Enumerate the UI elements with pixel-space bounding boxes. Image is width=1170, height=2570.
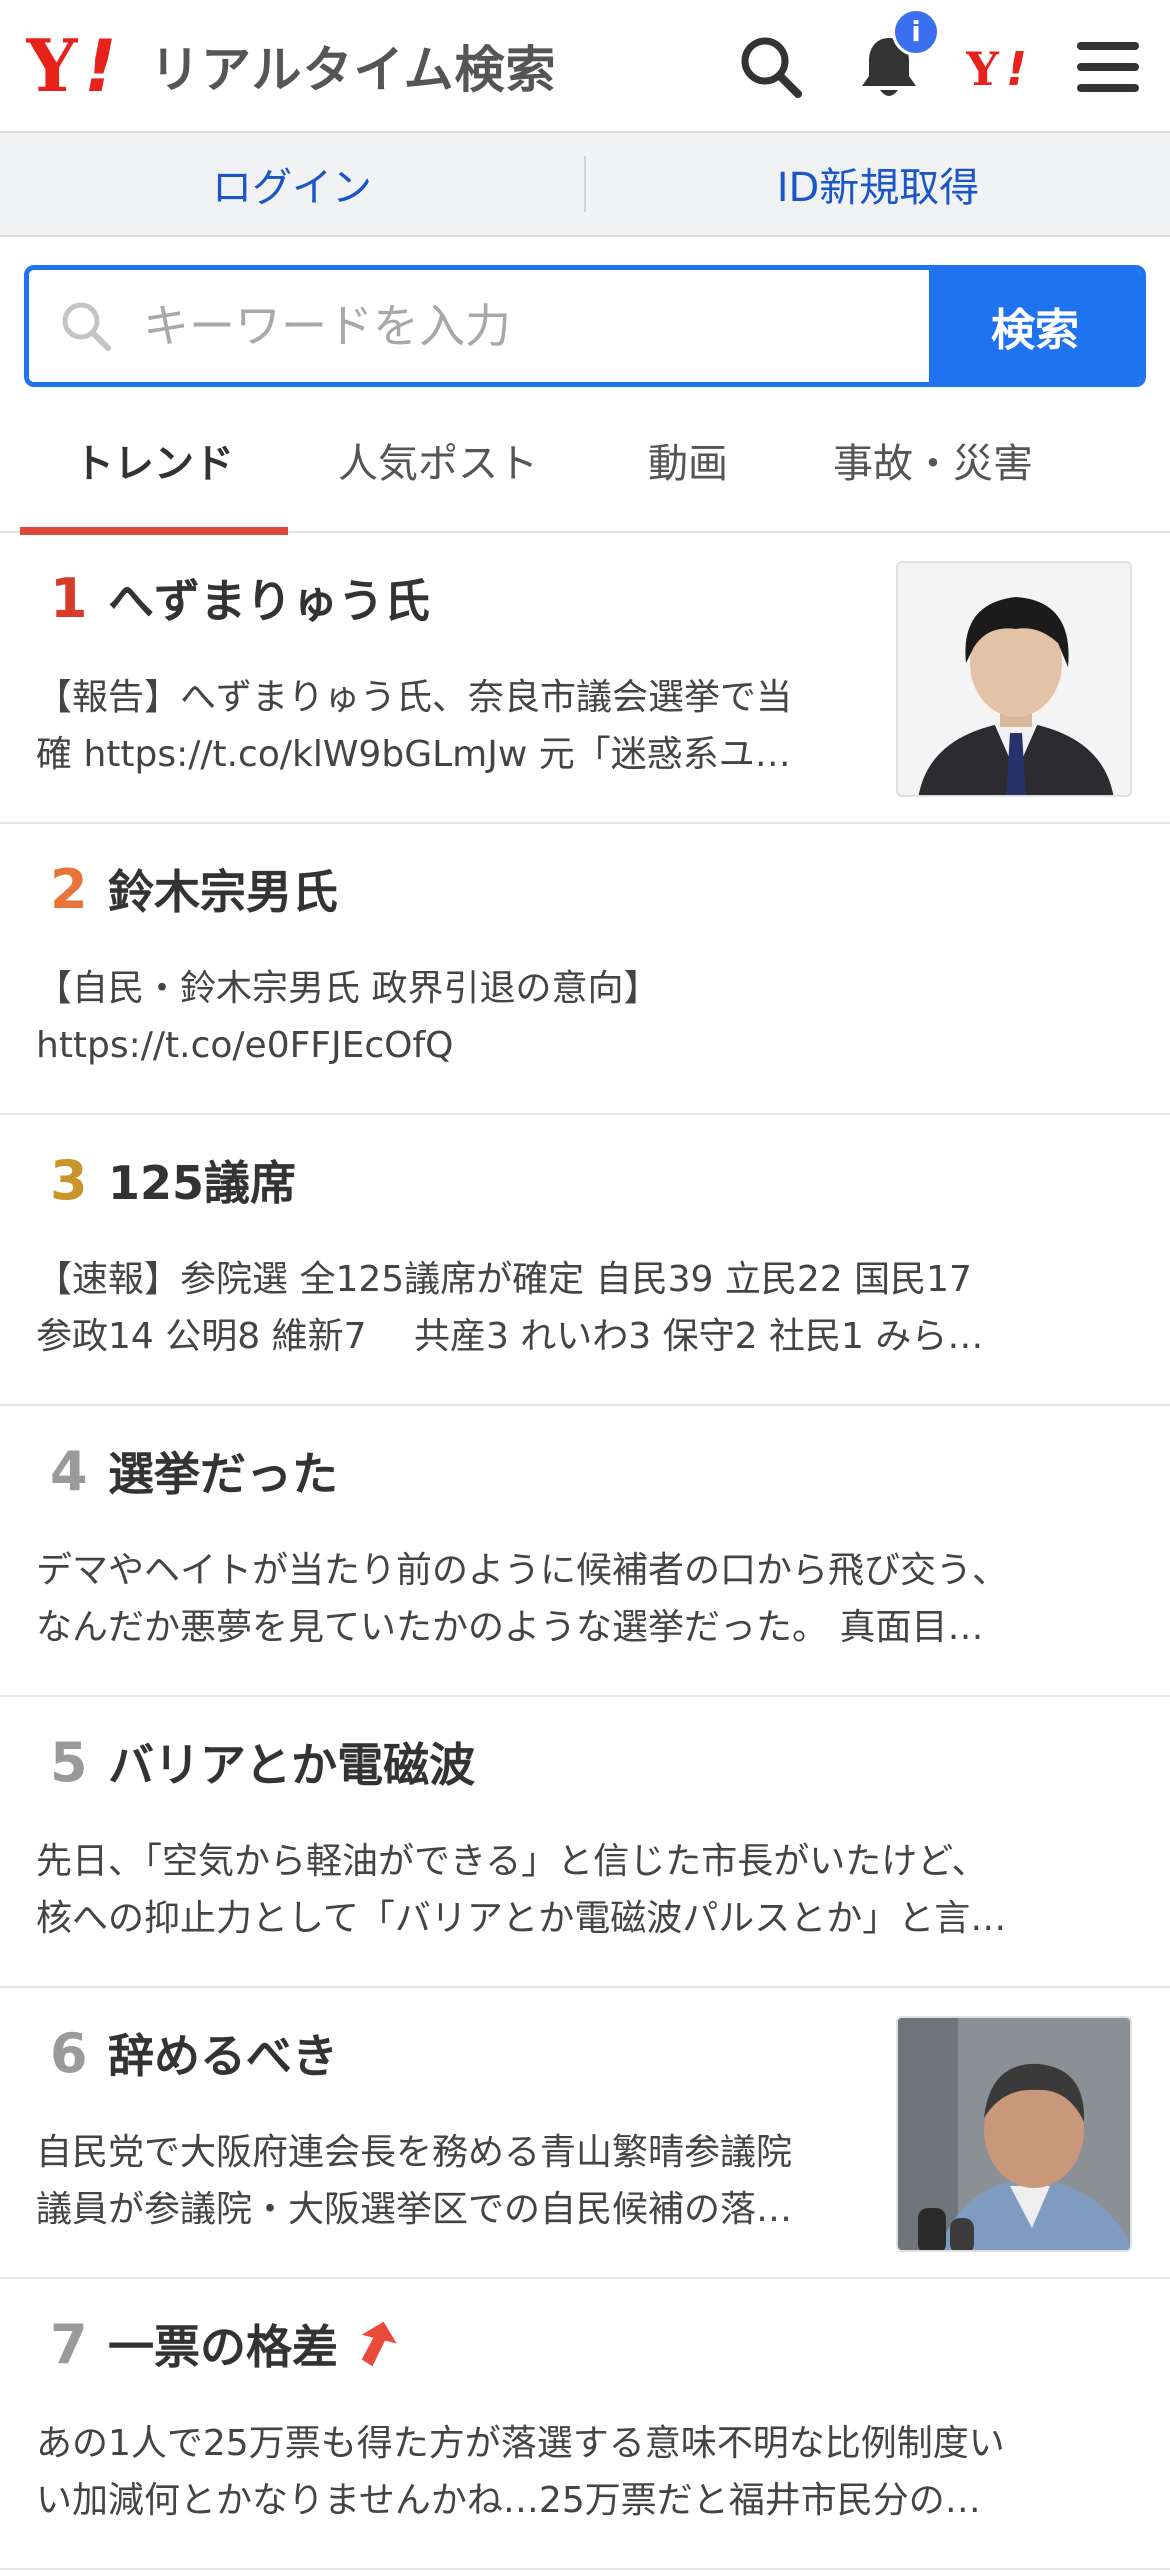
tab-popular-posts[interactable]: 人気ポスト [288,387,588,533]
yahoo-home-icon[interactable]: Y ! [966,43,1042,91]
category-tabs: トレンド 人気ポスト 動画 事故・災害 [0,387,1170,535]
trend-title: 鈴木宗男氏 [108,865,338,919]
trend-item[interactable]: 3 125議席 【速報】参院選 全125議席が確定 自民39 立民22 国民17… [0,1115,1170,1406]
tab-trend[interactable]: トレンド [20,387,288,535]
trend-description: デマやヘイトが当たり前のように候補者の口から飛び交う、 なんだか悪夢を見ていたか… [36,1542,1116,1656]
trend-title: 辞めるべき [108,2029,338,2083]
app-header: Y ! リアルタイム検索 i Y ! [0,0,1170,133]
rising-arrow-icon [361,2321,397,2367]
trend-item[interactable]: 4 選挙だった デマやヘイトが当たり前のように候補者の口から飛び交う、 なんだか… [0,1406,1170,1697]
description-line: なんだか悪夢を見ていたかのような選挙だった。 真面目… [36,1607,984,1648]
trend-description: 【自民・鈴木宗男氏 政界引退の意向】 https://t.co/e0FFJEcO… [36,960,1116,1074]
description-line: 先日、「空気から軽油ができる」と信じた市長がいたけど、 [36,1841,988,1882]
trend-title: 選挙だった [108,1447,338,1501]
description-line: 【報告】へずまりゅう氏、奈良市議会選挙で当 [36,677,793,718]
trend-item[interactable]: 5 バリアとか電磁波 先日、「空気から軽油ができる」と信じた市長がいたけど、 核… [0,1697,1170,1988]
rank-number: 1 [50,566,88,630]
svg-text:!: ! [1006,43,1027,91]
description-line: い加減何とかなりませんかね…25万票だと福井市民分の… [36,2480,981,2521]
login-link[interactable]: ログイン [0,155,584,213]
politician-photo-thumbnail[interactable] [896,2016,1132,2252]
description-line: https://t.co/e0FFJEcOfQ [36,1025,454,1066]
description-line: デマやヘイトが当たり前のように候補者の口から飛び交う、 [36,1550,1009,1591]
search-icon[interactable] [736,35,806,99]
trend-item[interactable]: 6 辞めるべき 自民党で大阪府連会長を務める青山繁晴参議院 議員が参議院・大阪選… [0,1988,1170,2279]
search-button[interactable]: 検索 [929,270,1141,382]
trend-title: へずまりゅう氏 [108,574,430,628]
description-line: 【自民・鈴木宗男氏 政界引退の意向】 [36,968,660,1009]
tab-accidents-disasters[interactable]: 事故・災害 [788,387,1078,533]
trend-list: 1 へずまりゅう氏 【報告】へずまりゅう氏、奈良市議会選挙で当 確 https:… [0,533,1170,2570]
search-input[interactable] [141,298,841,354]
svg-text:!: ! [84,31,117,101]
svg-text:Y: Y [26,31,79,101]
trend-item[interactable]: 1 へずまりゅう氏 【報告】へずまりゅう氏、奈良市議会選挙で当 確 https:… [0,533,1170,824]
trend-description: 【報告】へずまりゅう氏、奈良市議会選挙で当 確 https://t.co/klW… [36,669,866,783]
svg-text:Y: Y [966,43,1000,91]
description-line: 【速報】参院選 全125議席が確定 自民39 立民22 国民17 [36,1259,972,1300]
description-line: 核への抑止力として「バリアとか電磁波パルスとか」と言… [36,1898,1007,1939]
description-line: 議員が参議院・大阪選挙区での自民候補の落… [36,2189,793,2230]
description-line: 参政14 公明8 維新7 共産3 れいわ3 保守2 社民1 みら… [36,1316,984,1357]
rank-number: 6 [50,2021,88,2085]
tab-videos[interactable]: 動画 [588,387,788,533]
trend-title: 一票の格差 [108,2320,338,2374]
man-portrait-thumbnail[interactable] [896,561,1132,797]
notification-bell-icon[interactable]: i [854,7,940,100]
rank-number: 3 [50,1148,88,1212]
login-bar: ログイン ID新規取得 [0,133,1170,237]
trend-description: 自民党で大阪府連会長を務める青山繁晴参議院 議員が参議院・大阪選挙区での自民候補… [36,2124,866,2238]
description-line: あの1人で25万票も得た方が落選する意味不明な比例制度い [36,2423,1005,2464]
yahoo-y-logo-icon: Y ! [26,31,117,101]
rank-number: 7 [50,2312,88,2376]
description-line: 自民党で大阪府連会長を務める青山繁晴参議院 [36,2132,793,2173]
trend-description: あの1人で25万票も得た方が落選する意味不明な比例制度い い加減何とかなりません… [36,2415,1116,2529]
trend-description: 【速報】参院選 全125議席が確定 自民39 立民22 国民17 参政14 公明… [36,1251,1116,1365]
trend-item[interactable]: 7 一票の格差 あの1人で25万票も得た方が落選する意味不明な比例制度い い加減… [0,2279,1170,2570]
trend-title: 125議席 [108,1156,297,1210]
rank-number: 2 [50,857,88,921]
trend-description: 先日、「空気から軽油ができる」と信じた市長がいたけど、 核への抑止力として「バリ… [36,1833,1116,1947]
register-id-link[interactable]: ID新規取得 [586,155,1170,213]
trend-item[interactable]: 2 鈴木宗男氏 【自民・鈴木宗男氏 政界引退の意向】 https://t.co/… [0,824,1170,1115]
notification-badge: i [892,7,940,56]
rank-number: 4 [50,1439,88,1503]
description-line: 確 https://t.co/klW9bGLmJw 元「迷惑系ユ… [36,734,791,775]
hamburger-menu-icon[interactable] [1076,40,1140,94]
search-box: 検索 [24,265,1146,387]
search-row: 検索 [0,237,1170,387]
search-icon [62,302,111,351]
yahoo-realtime-logo[interactable]: Y ! リアルタイム検索 [26,26,557,106]
search-field[interactable] [29,270,929,382]
logo-text: リアルタイム検索 [150,40,557,99]
rank-number: 5 [50,1730,88,1794]
trend-title: バリアとか電磁波 [108,1738,476,1792]
